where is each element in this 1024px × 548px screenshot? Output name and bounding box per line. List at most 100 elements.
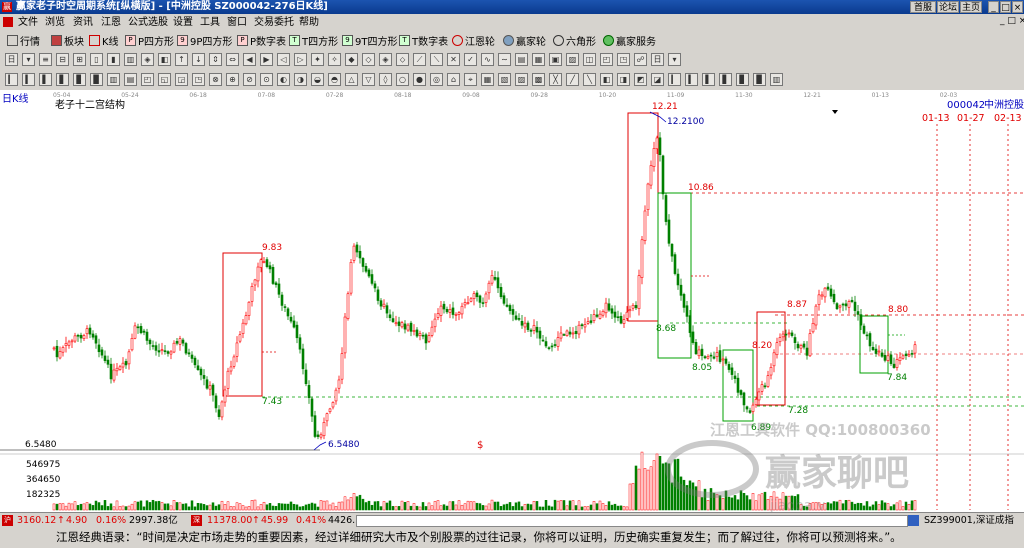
- toolbar3-tool-7-icon[interactable]: ▤: [124, 73, 137, 86]
- toolbar2-tool-25-icon[interactable]: ⟍: [430, 53, 443, 66]
- toolbar3-tool-14-icon[interactable]: ⊘: [243, 73, 256, 86]
- toolbar3-tool-32-icon[interactable]: ╳: [549, 73, 562, 86]
- toolbar2-tool-17-icon[interactable]: ▷: [294, 53, 307, 66]
- toolbar3-tool-28-icon[interactable]: ▦: [481, 73, 494, 86]
- maximize-icon[interactable]: □: [1000, 1, 1011, 13]
- menu-news[interactable]: 资讯: [73, 16, 93, 29]
- toolbar3-tool-29-icon[interactable]: ▧: [498, 73, 511, 86]
- tool-t-square[interactable]: T T四方形: [289, 33, 338, 48]
- tool-p-square[interactable]: P P四方形: [125, 33, 174, 48]
- toolbar2-tool-34-icon[interactable]: ◫: [583, 53, 596, 66]
- toolbar3-tool-39-icon[interactable]: ▎: [668, 73, 681, 86]
- toolbar3-tool-26-icon[interactable]: ⌂: [447, 73, 460, 86]
- toolbar3-tool-2-icon[interactable]: ▌: [39, 73, 52, 86]
- menu-file[interactable]: 文件: [18, 16, 38, 29]
- toolbar3-tool-37-icon[interactable]: ◩: [634, 73, 647, 86]
- tool-hexagon[interactable]: 六角形: [553, 33, 596, 48]
- toolbar3-tool-3-icon[interactable]: ▋: [56, 73, 69, 86]
- toolbar3-tool-4-icon[interactable]: ▊: [73, 73, 86, 86]
- toolbar2-tool-39-icon[interactable]: ▾: [668, 53, 681, 66]
- toolbar2-tool-3-icon[interactable]: ⊟: [56, 53, 69, 66]
- forum-button[interactable]: 论坛: [937, 1, 959, 13]
- toolbar2-tool-31-icon[interactable]: ▦: [532, 53, 545, 66]
- toolbar3-tool-24-icon[interactable]: ●: [413, 73, 426, 86]
- toolbar3-tool-36-icon[interactable]: ◨: [617, 73, 630, 86]
- tool-quotes[interactable]: 行情: [7, 33, 40, 48]
- mdi-controls[interactable]: _ □ ×: [1000, 15, 1024, 28]
- tool-blocks[interactable]: 板块: [51, 33, 84, 48]
- toolbar2-tool-29-icon[interactable]: ∼: [498, 53, 511, 66]
- tool-service[interactable]: 赢家服务: [603, 33, 656, 48]
- menu-browse[interactable]: 浏览: [45, 16, 65, 29]
- toolbar3-tool-33-icon[interactable]: ╱: [566, 73, 579, 86]
- toolbar3-tool-34-icon[interactable]: ╲: [583, 73, 596, 86]
- toolbar3-tool-9-icon[interactable]: ◱: [158, 73, 171, 86]
- menu-help[interactable]: 帮助: [299, 16, 319, 29]
- toolbar3-tool-19-icon[interactable]: ◓: [328, 73, 341, 86]
- toolbar3-tool-30-icon[interactable]: ▨: [515, 73, 528, 86]
- toolbar3-tool-18-icon[interactable]: ◒: [311, 73, 324, 86]
- toolbar2-tool-24-icon[interactable]: ⟋: [413, 53, 426, 66]
- toolbar2-tool-30-icon[interactable]: ▤: [515, 53, 528, 66]
- tool-kline[interactable]: K线: [89, 33, 119, 48]
- toolbar3-tool-22-icon[interactable]: ◊: [379, 73, 392, 86]
- toolbar2-tool-33-icon[interactable]: ▨: [566, 53, 579, 66]
- tool-winner-wheel[interactable]: 赢家轮: [503, 33, 546, 48]
- kline-chart[interactable]: 05-04 05-24 06-18 07-08 07-28 08-18 09-08 09-28…: [0, 90, 1024, 512]
- toolbar2-tool-2-icon[interactable]: ≡: [39, 53, 52, 66]
- toolbar2-tool-5-icon[interactable]: ▯: [90, 53, 103, 66]
- toolbar3-tool-31-icon[interactable]: ▩: [532, 73, 545, 86]
- toolbar3-tool-16-icon[interactable]: ◐: [277, 73, 290, 86]
- toolbar3-tool-41-icon[interactable]: ▌: [702, 73, 715, 86]
- home-service-button[interactable]: 首服: [910, 1, 936, 13]
- toolbar2-tool-16-icon[interactable]: ◁: [277, 53, 290, 66]
- toolbar3-tool-44-icon[interactable]: ▉: [753, 73, 766, 86]
- toolbar2-tool-35-icon[interactable]: ◰: [600, 53, 613, 66]
- menu-gann[interactable]: 江恩: [101, 16, 121, 29]
- toolbar3-tool-13-icon[interactable]: ⊕: [226, 73, 239, 86]
- app-menu-icon[interactable]: [3, 17, 13, 27]
- toolbar3-tool-38-icon[interactable]: ◪: [651, 73, 664, 86]
- menu-window[interactable]: 窗口: [227, 16, 247, 29]
- toolbar2-tool-9-icon[interactable]: ◧: [158, 53, 171, 66]
- toolbar2-tool-6-icon[interactable]: ▮: [107, 53, 120, 66]
- toolbar3-tool-12-icon[interactable]: ⊗: [209, 73, 222, 86]
- toolbar3-tool-17-icon[interactable]: ◑: [294, 73, 307, 86]
- horizontal-scrollbar[interactable]: [356, 515, 908, 527]
- toolbar3-tool-35-icon[interactable]: ◧: [600, 73, 613, 86]
- toolbar3-tool-15-icon[interactable]: ⊙: [260, 73, 273, 86]
- menu-settings[interactable]: 设置: [173, 16, 193, 29]
- toolbar2-tool-36-icon[interactable]: ◳: [617, 53, 630, 66]
- toolbar2-tool-8-icon[interactable]: ◈: [141, 53, 154, 66]
- toolbar2-tool-14-icon[interactable]: ◀: [243, 53, 256, 66]
- tool-9p-square[interactable]: 9 9P四方形: [177, 33, 232, 48]
- toolbar2-tool-19-icon[interactable]: ✧: [328, 53, 341, 66]
- toolbar3-tool-25-icon[interactable]: ◎: [430, 73, 443, 86]
- toolbar3-tool-27-icon[interactable]: ⌖: [464, 73, 477, 86]
- toolbar2-tool-27-icon[interactable]: ✓: [464, 53, 477, 66]
- toolbar3-tool-23-icon[interactable]: ○: [396, 73, 409, 86]
- toolbar2-tool-21-icon[interactable]: ◇: [362, 53, 375, 66]
- toolbar3-tool-45-icon[interactable]: ▥: [770, 73, 783, 86]
- toolbar2-tool-37-icon[interactable]: ☍: [634, 53, 647, 66]
- minimize-icon[interactable]: _: [988, 1, 999, 13]
- toolbar3-tool-11-icon[interactable]: ◳: [192, 73, 205, 86]
- toolbar2-tool-38-icon[interactable]: 日: [651, 53, 664, 66]
- toolbar2-tool-18-icon[interactable]: ✦: [311, 53, 324, 66]
- toolbar3-tool-42-icon[interactable]: ▋: [719, 73, 732, 86]
- toolbar3-tool-1-icon[interactable]: ▍: [22, 73, 35, 86]
- toolbar3-tool-0-icon[interactable]: ▎: [5, 73, 18, 86]
- tool-t-table[interactable]: T T数字表: [399, 33, 448, 48]
- tool-p-table[interactable]: P P数字表: [237, 33, 286, 48]
- homepage-button[interactable]: 主页: [960, 1, 982, 13]
- toolbar2-tool-1-icon[interactable]: ▾: [22, 53, 35, 66]
- tool-gann-wheel[interactable]: 江恩轮: [452, 33, 495, 48]
- menu-formula[interactable]: 公式选股: [128, 16, 168, 29]
- toolbar3-tool-21-icon[interactable]: ▽: [362, 73, 375, 86]
- toolbar3-tool-20-icon[interactable]: △: [345, 73, 358, 86]
- close-icon[interactable]: ×: [1012, 1, 1023, 13]
- toolbar3-tool-40-icon[interactable]: ▍: [685, 73, 698, 86]
- toolbar2-tool-22-icon[interactable]: ◈: [379, 53, 392, 66]
- tool-9t-square[interactable]: 9 9T四方形: [342, 33, 397, 48]
- toolbar2-tool-7-icon[interactable]: ▥: [124, 53, 137, 66]
